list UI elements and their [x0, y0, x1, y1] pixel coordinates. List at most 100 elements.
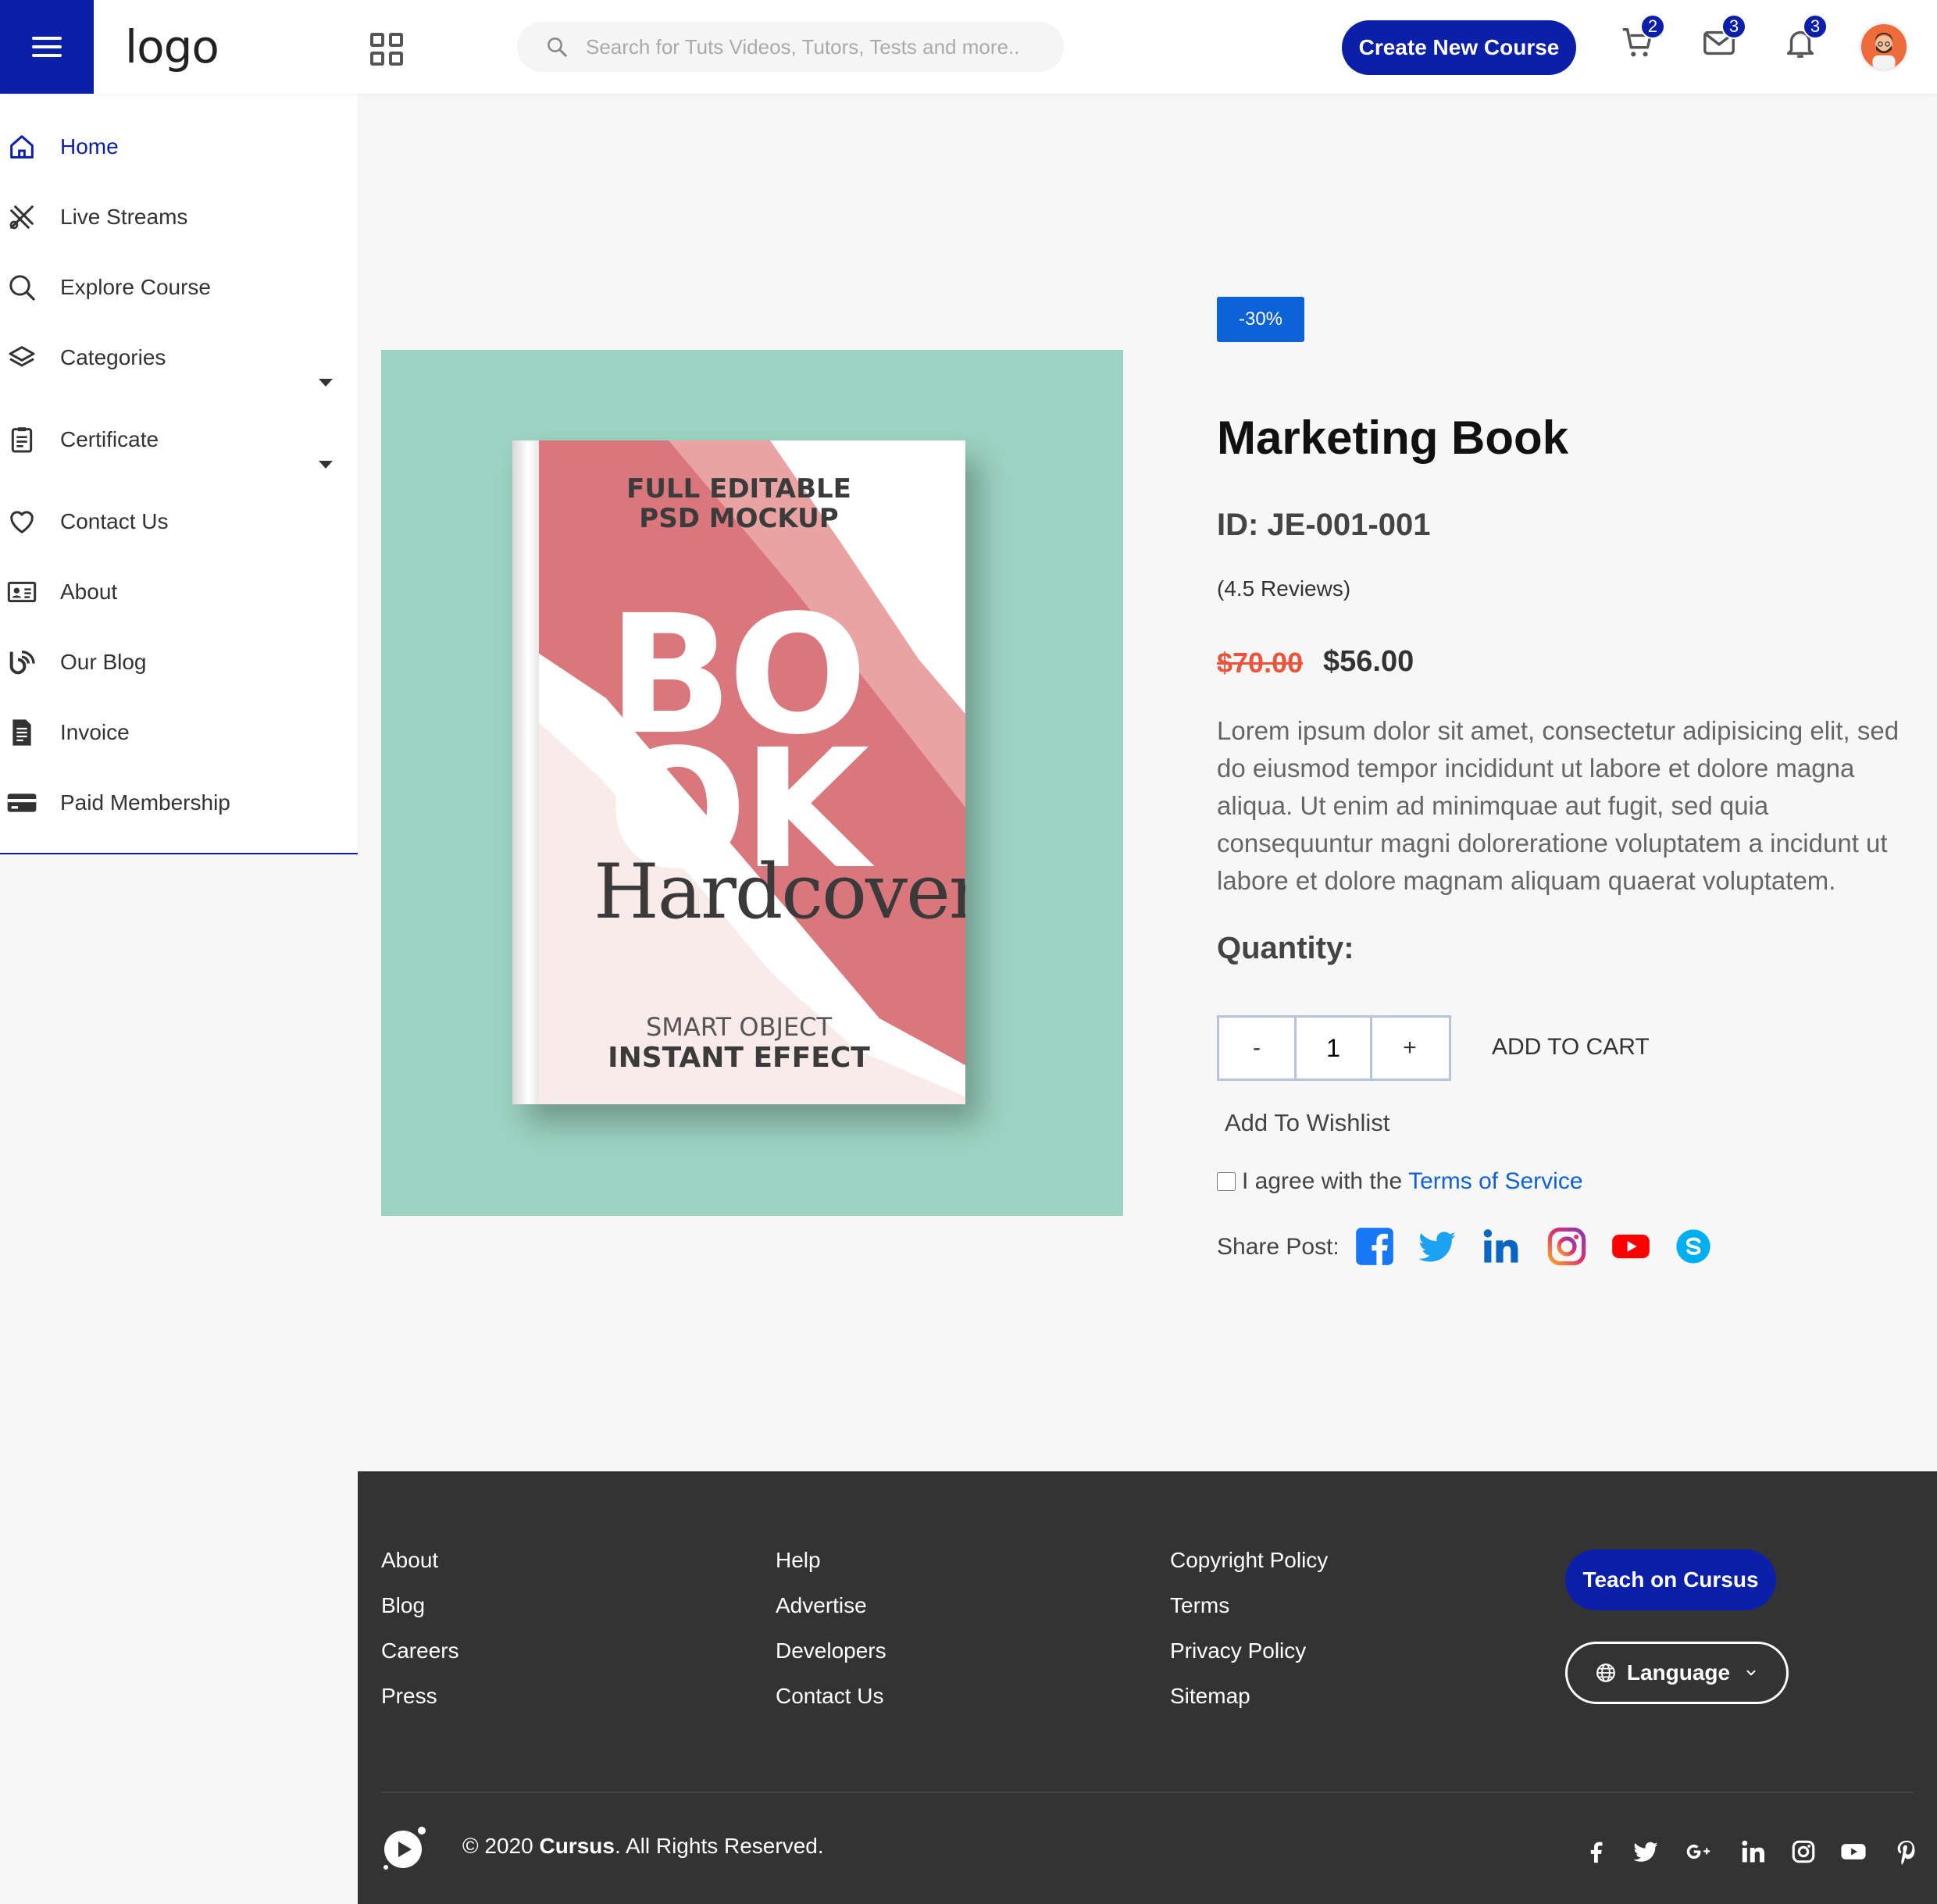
chevron-down-icon [1746, 1670, 1756, 1676]
chevron-down-icon[interactable] [319, 379, 333, 387]
sidebar-item-invoice[interactable]: Invoice [0, 705, 358, 760]
cart-button[interactable]: 2 [1620, 14, 1665, 66]
footer-pinterest-link[interactable] [1893, 1838, 1921, 1867]
cursus-logo-icon [381, 1824, 428, 1871]
product-title: Marketing Book [1217, 412, 1569, 464]
search-icon [6, 272, 37, 303]
footer-youtube-link[interactable] [1840, 1838, 1871, 1867]
book-cover: FULL EDITABLE PSD MOCKUP BO OK Hardcover… [512, 440, 965, 1104]
sidebar-item-certificate[interactable]: Certificate [0, 412, 358, 469]
share-youtube-button[interactable] [1611, 1226, 1651, 1267]
book-line-2: PSD MOCKUP [639, 503, 839, 534]
footer-link-help[interactable]: Help [776, 1548, 821, 1573]
sidebar-item-label: Categories [60, 345, 166, 369]
share-post-label: Share Post: [1217, 1234, 1339, 1260]
apps-grid-icon[interactable] [370, 33, 403, 66]
create-new-course-button[interactable]: Create New Course [1342, 20, 1576, 75]
logo[interactable]: logo [125, 20, 219, 73]
sidebar-item-explore-course[interactable]: Explore Course [0, 260, 358, 315]
book-line-4: INSTANT EFFECT [608, 1042, 870, 1074]
add-to-cart-button[interactable]: ADD TO CART [1492, 1034, 1650, 1061]
clipboard-icon [6, 424, 37, 455]
footer-linkedin-link[interactable] [1740, 1838, 1768, 1867]
sidebar-item-live-streams[interactable]: Live Streams [0, 190, 358, 244]
linkedin-icon [1742, 1840, 1765, 1863]
share-twitter-button[interactable] [1417, 1226, 1457, 1267]
footer-link-copyright-policy[interactable]: Copyright Policy [1170, 1548, 1328, 1573]
linkedin-icon [1483, 1229, 1518, 1263]
footer-facebook-link[interactable] [1582, 1838, 1611, 1867]
sidebar-item-label: Our Blog [60, 650, 147, 674]
terms-checkbox[interactable] [1217, 1172, 1236, 1191]
language-label: Language [1626, 1660, 1731, 1685]
footer-google-plus-link[interactable] [1686, 1838, 1720, 1867]
agree-text: I agree with the [1242, 1168, 1403, 1194]
share-facebook-button[interactable] [1354, 1226, 1395, 1267]
invoice-icon [6, 717, 37, 748]
footer-instagram-link[interactable] [1790, 1838, 1818, 1867]
user-avatar-icon [1861, 24, 1907, 70]
share-linkedin-button[interactable] [1481, 1226, 1521, 1267]
home-icon [6, 131, 37, 162]
quantity-stepper: - + [1217, 1015, 1451, 1081]
footer-link-contact-us[interactable]: Contact Us [776, 1684, 884, 1709]
twitter-icon [1418, 1232, 1456, 1262]
footer: About Blog Careers Press Help Advertise … [358, 1471, 1937, 1904]
footer-link-careers[interactable]: Careers [381, 1638, 459, 1663]
hamburger-menu-button[interactable] [0, 0, 94, 94]
sidebar-item-label: Live Streams [60, 205, 188, 229]
footer-link-sitemap[interactable]: Sitemap [1170, 1684, 1250, 1709]
add-to-wishlist-button[interactable]: Add To Wishlist [1225, 1109, 1389, 1137]
terms-of-service-link[interactable]: Terms of Service [1408, 1168, 1582, 1195]
sidebar-item-paid-membership[interactable]: Paid Membership [0, 776, 358, 830]
sidebar-item-about[interactable]: About [0, 565, 358, 619]
heart-icon [6, 506, 37, 537]
quantity-decrease-button[interactable]: - [1219, 1018, 1294, 1079]
id-card-icon [6, 576, 37, 608]
product-description: Lorem ipsum dolor sit amet, consectetur … [1217, 716, 1900, 895]
skype-icon [1676, 1229, 1710, 1264]
product-image: FULL EDITABLE PSD MOCKUP BO OK Hardcover… [381, 350, 1123, 1216]
footer-link-developers[interactable]: Developers [776, 1638, 886, 1663]
twitter-icon [1633, 1842, 1658, 1862]
search-input[interactable] [586, 34, 1023, 59]
product-id: ID: JE-001-001 [1217, 508, 1431, 542]
footer-link-privacy-policy[interactable]: Privacy Policy [1170, 1638, 1306, 1663]
layers-icon [6, 342, 37, 373]
globe-icon [1596, 1663, 1615, 1682]
avatar[interactable] [1859, 22, 1909, 72]
quantity-input[interactable] [1294, 1018, 1372, 1079]
product-reviews: (4.5 Reviews) [1217, 576, 1351, 601]
sidebar-item-our-blog[interactable]: Our Blog [0, 635, 358, 690]
search-icon [548, 37, 567, 57]
terms-agreement: I agree with the Terms of Service [1217, 1168, 1583, 1195]
book-line-1: FULL EDITABLE [626, 473, 851, 505]
book-line-3: SMART OBJECT [645, 1012, 833, 1042]
footer-twitter-link[interactable] [1632, 1838, 1661, 1867]
share-instagram-button[interactable] [1546, 1226, 1587, 1267]
youtube-icon [1841, 1844, 1866, 1859]
messages-button[interactable]: 3 [1701, 14, 1746, 66]
messages-count-badge: 3 [1721, 14, 1746, 39]
new-price: $56.00 [1323, 645, 1414, 678]
chevron-down-icon[interactable] [319, 461, 333, 469]
sidebar-item-categories[interactable]: Categories [0, 330, 358, 387]
sidebar-item-label: About [60, 579, 118, 604]
footer-link-blog[interactable]: Blog [381, 1593, 425, 1618]
facebook-icon [1356, 1228, 1393, 1265]
copyright-text: © 2020 Cursus. All Rights Reserved. [462, 1834, 824, 1858]
teach-on-cursus-button[interactable]: Teach on Cursus [1565, 1549, 1776, 1610]
notifications-button[interactable]: 3 [1782, 14, 1828, 66]
book-hardcover-text: Hardcover [594, 848, 965, 936]
notifications-count-badge: 3 [1803, 14, 1828, 39]
footer-link-press[interactable]: Press [381, 1684, 437, 1709]
sidebar-item-contact-us[interactable]: Contact Us [0, 494, 358, 549]
footer-link-terms[interactable]: Terms [1170, 1593, 1229, 1618]
footer-link-advertise[interactable]: Advertise [776, 1593, 867, 1618]
language-dropdown[interactable]: Language [1565, 1642, 1789, 1704]
share-skype-button[interactable] [1673, 1226, 1714, 1267]
quantity-increase-button[interactable]: + [1372, 1018, 1447, 1079]
footer-link-about[interactable]: About [381, 1548, 438, 1573]
sidebar-item-home[interactable]: Home [0, 119, 358, 174]
instagram-icon [1792, 1840, 1815, 1863]
